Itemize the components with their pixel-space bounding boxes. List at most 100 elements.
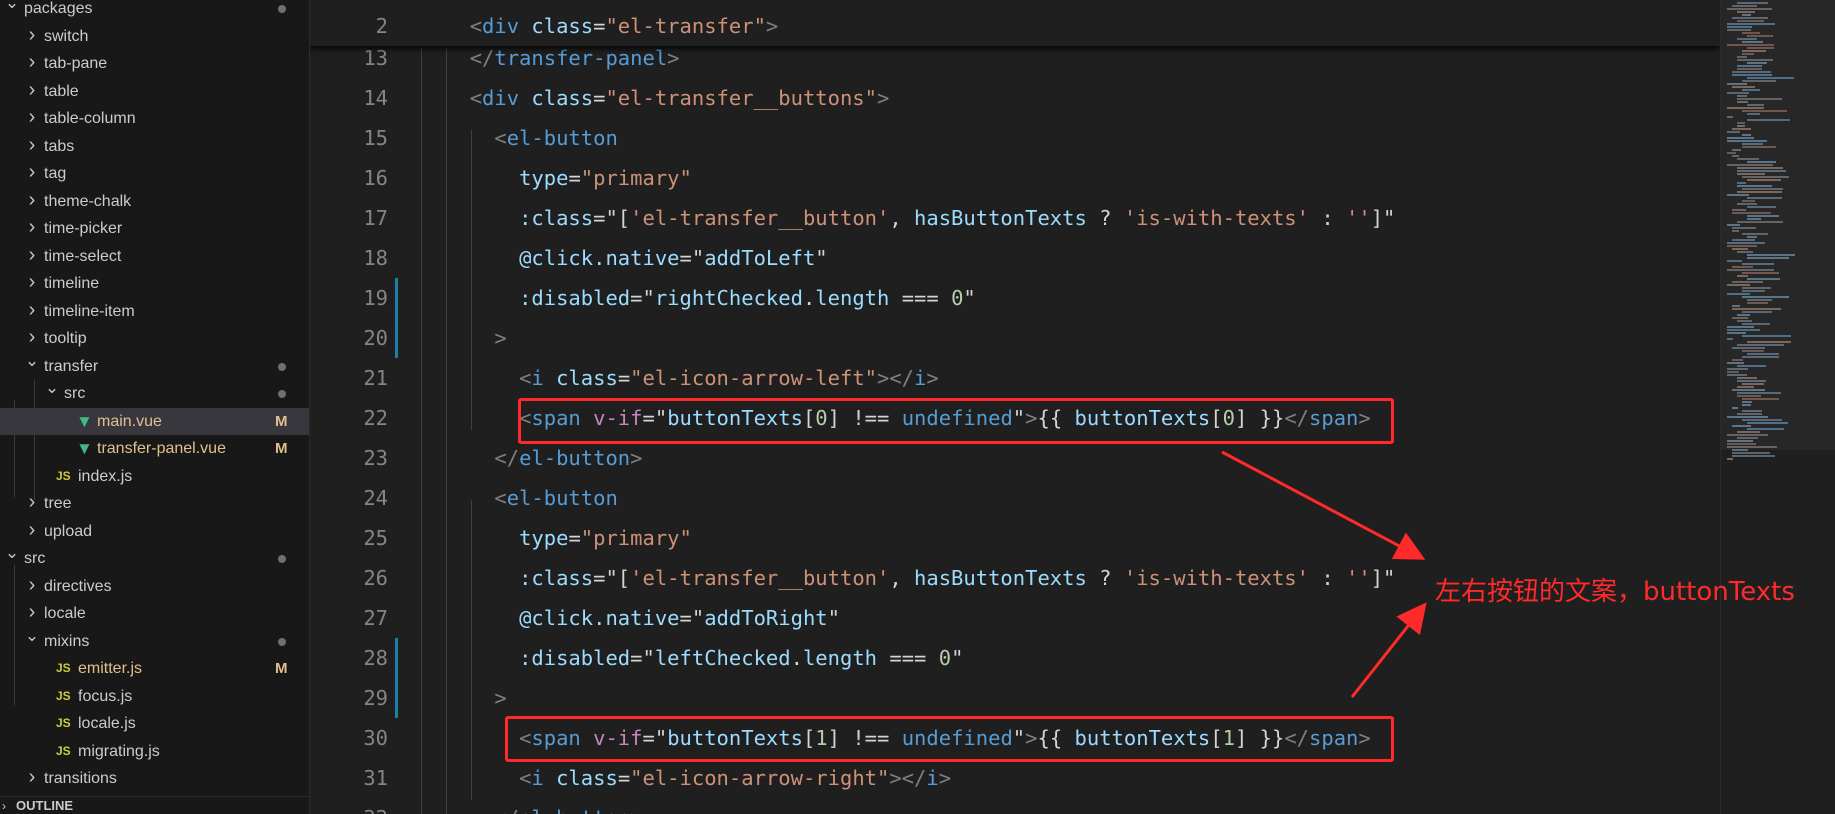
tree-item-switch[interactable]: › switch [0, 23, 309, 50]
indent-guide [421, 46, 422, 814]
line-number: 18 [363, 246, 388, 270]
git-modified-badge: M [275, 412, 288, 430]
tree-item-locale-js[interactable]: JS locale.js [0, 710, 309, 737]
minimap-line [1742, 287, 1771, 289]
tree-item-table[interactable]: › table [0, 78, 309, 105]
code-line[interactable]: 17 :class="['el-transfer__button', hasBu… [310, 198, 1720, 238]
tree-item-time-select[interactable]: › time-select [0, 243, 309, 270]
minimap-line [1747, 278, 1780, 280]
code-token: > [630, 806, 642, 814]
code-line[interactable]: 21 <i class="el-icon-arrow-left"></i> [310, 358, 1720, 398]
code-token: < [469, 14, 483, 38]
minimap-line [1737, 185, 1772, 187]
tree-item-index-js[interactable]: JS index.js [0, 463, 309, 490]
code-token: === [889, 286, 952, 310]
code-line[interactable]: 32 </el-button> [310, 798, 1720, 814]
minimap-line [1737, 380, 1766, 382]
minimap-line [1737, 68, 1762, 70]
code-text: :class="['el-transfer__button', hasButto… [445, 198, 1395, 238]
code-token: i [926, 766, 939, 790]
code-token: = [568, 166, 581, 190]
line-number: 2 [375, 14, 388, 38]
gutter-change-marker[interactable] [395, 278, 398, 358]
tree-item-src[interactable]: ⌄ src [0, 543, 309, 572]
tree-item-timeline[interactable]: › timeline [0, 270, 309, 297]
minimap-line [1732, 455, 1775, 457]
tree-item-table-column[interactable]: › table-column [0, 105, 309, 132]
minimap-line [1727, 434, 1768, 436]
code-line[interactable]: 15 <el-button [310, 118, 1720, 158]
minimap-line [1747, 47, 1774, 49]
tree-item-label: tabs [44, 137, 75, 155]
tree-item-timeline-item[interactable]: › timeline-item [0, 298, 309, 325]
minimap-line [1732, 230, 1739, 232]
line-number: 31 [363, 766, 388, 790]
gutter-change-marker[interactable] [395, 638, 398, 718]
tree-item-time-picker[interactable]: › time-picker [0, 215, 309, 242]
code-line[interactable]: 29 > [310, 678, 1720, 718]
code-token: "primary" [580, 526, 692, 550]
chevron-right-icon: › [28, 298, 36, 321]
code-line[interactable]: 14 <div class="el-transfer__buttons"> [310, 78, 1720, 118]
minimap[interactable] [1720, 0, 1835, 814]
code-text: > [445, 678, 507, 718]
code-token: class [531, 86, 594, 110]
minimap-line [1747, 299, 1772, 301]
sticky-scroll-header[interactable]: 2 <div class="el-transfer"> [310, 0, 1720, 46]
code-token: 'is-with-texts' [1123, 206, 1309, 230]
tree-item-mixins[interactable]: ⌄ mixins [0, 626, 309, 655]
code-token: > [494, 686, 507, 710]
minimap-line [1727, 293, 1750, 295]
tree-item-upload[interactable]: › upload [0, 518, 309, 545]
code-line[interactable]: 19 :disabled="rightChecked.length === 0" [310, 278, 1720, 318]
outline-section-header[interactable]: › OUTLINE [0, 796, 309, 814]
code-line[interactable]: 23 </el-button> [310, 438, 1720, 478]
tree-item-migrating-js[interactable]: JS migrating.js [0, 738, 309, 765]
tree-item-transfer-panel-vue[interactable]: ▼ transfer-panel.vue M [0, 435, 309, 462]
chevron-right-icon: › [28, 766, 36, 788]
tree-item-theme-chalk[interactable]: › theme-chalk [0, 188, 309, 215]
tree-item-main-vue[interactable]: ▼ main.vue M [0, 407, 309, 435]
tree-item-focus-js[interactable]: JS focus.js [0, 683, 309, 710]
code-line[interactable]: 28 :disabled="leftChecked.length === 0" [310, 638, 1720, 678]
code-line[interactable]: 24 <el-button [310, 478, 1720, 518]
minimap-line [1727, 260, 1742, 262]
code-line[interactable]: 20 > [310, 318, 1720, 358]
minimap-line [1747, 197, 1782, 199]
line-number: 15 [363, 126, 388, 150]
tree-item-emitter-js[interactable]: JS emitter.js M [0, 655, 309, 682]
tree-item-tab-pane[interactable]: › tab-pane [0, 50, 309, 77]
code-token: el-button [519, 806, 630, 814]
git-modified-badge: M [275, 660, 288, 677]
minimap-line [1727, 107, 1764, 109]
tree-item-src[interactable]: ⌄ src [0, 378, 309, 407]
minimap-line [1727, 92, 1749, 94]
code-text: :class="['el-transfer__button', hasButto… [445, 558, 1395, 598]
code-line[interactable]: 31 <i class="el-icon-arrow-right"></i> [310, 758, 1720, 798]
code-line[interactable]: 25 type="primary" [310, 518, 1720, 558]
tree-item-packages[interactable]: ⌄ packages [0, 0, 309, 22]
line-number: 19 [363, 286, 388, 310]
minimap-line [1737, 431, 1760, 433]
code-token: el-button [519, 446, 631, 470]
code-token: "el-transfer__buttons" [605, 86, 877, 110]
tree-item-tree[interactable]: › tree [0, 490, 309, 517]
code-line[interactable]: 18 @click.native="addToLeft" [310, 238, 1720, 278]
tree-item-tag[interactable]: › tag [0, 160, 309, 187]
code-line[interactable]: 2 <div class="el-transfer"> [310, 6, 1720, 46]
tree-item-transfer[interactable]: ⌄ transfer [0, 351, 309, 380]
code-line[interactable]: 16 type="primary" [310, 158, 1720, 198]
minimap-line [1737, 38, 1757, 40]
tree-item-locale[interactable]: › locale [0, 600, 309, 627]
indent-guide [446, 46, 447, 814]
minimap-line [1742, 188, 1783, 190]
tree-item-tooltip[interactable]: › tooltip [0, 325, 309, 352]
code-token: leftChecked [654, 646, 791, 670]
tree-item-tabs[interactable]: › tabs [0, 133, 309, 160]
tree-item-directives[interactable]: › directives [0, 573, 309, 600]
tree-item-transitions[interactable]: › transitions [0, 765, 309, 792]
